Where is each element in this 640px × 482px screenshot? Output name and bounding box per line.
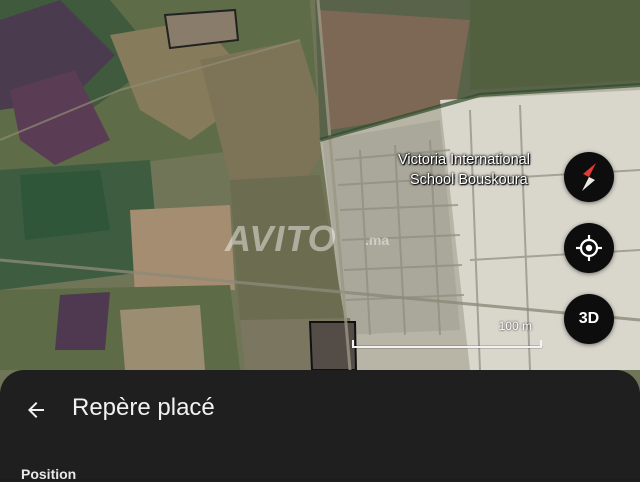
arrow-left-icon xyxy=(28,402,44,418)
compass-icon xyxy=(582,163,596,191)
scale-tick-start xyxy=(352,340,354,348)
my-location-icon xyxy=(576,235,602,261)
position-section-label: Position xyxy=(21,466,77,482)
bottom-sheet: Repère placé Position xyxy=(0,370,640,482)
compass-button[interactable] xyxy=(564,152,614,202)
scale-label: 100 m xyxy=(498,319,532,333)
3d-toggle-button[interactable]: 3D xyxy=(564,294,614,344)
watermark-suffix: .ma xyxy=(365,232,390,248)
3d-label: 3D xyxy=(578,310,600,327)
place-label-line-1[interactable]: Victoria International xyxy=(398,151,530,170)
my-location-button[interactable] xyxy=(564,223,614,273)
place-label-line-2[interactable]: School Bouskoura xyxy=(410,171,528,190)
map-scale-bar: 100 m xyxy=(352,319,542,351)
scale-line xyxy=(352,346,542,348)
watermark: AVITO xyxy=(225,218,337,259)
sheet-title: Repère placé xyxy=(72,394,215,421)
back-button[interactable] xyxy=(18,392,54,428)
scale-tick-end xyxy=(540,340,542,348)
